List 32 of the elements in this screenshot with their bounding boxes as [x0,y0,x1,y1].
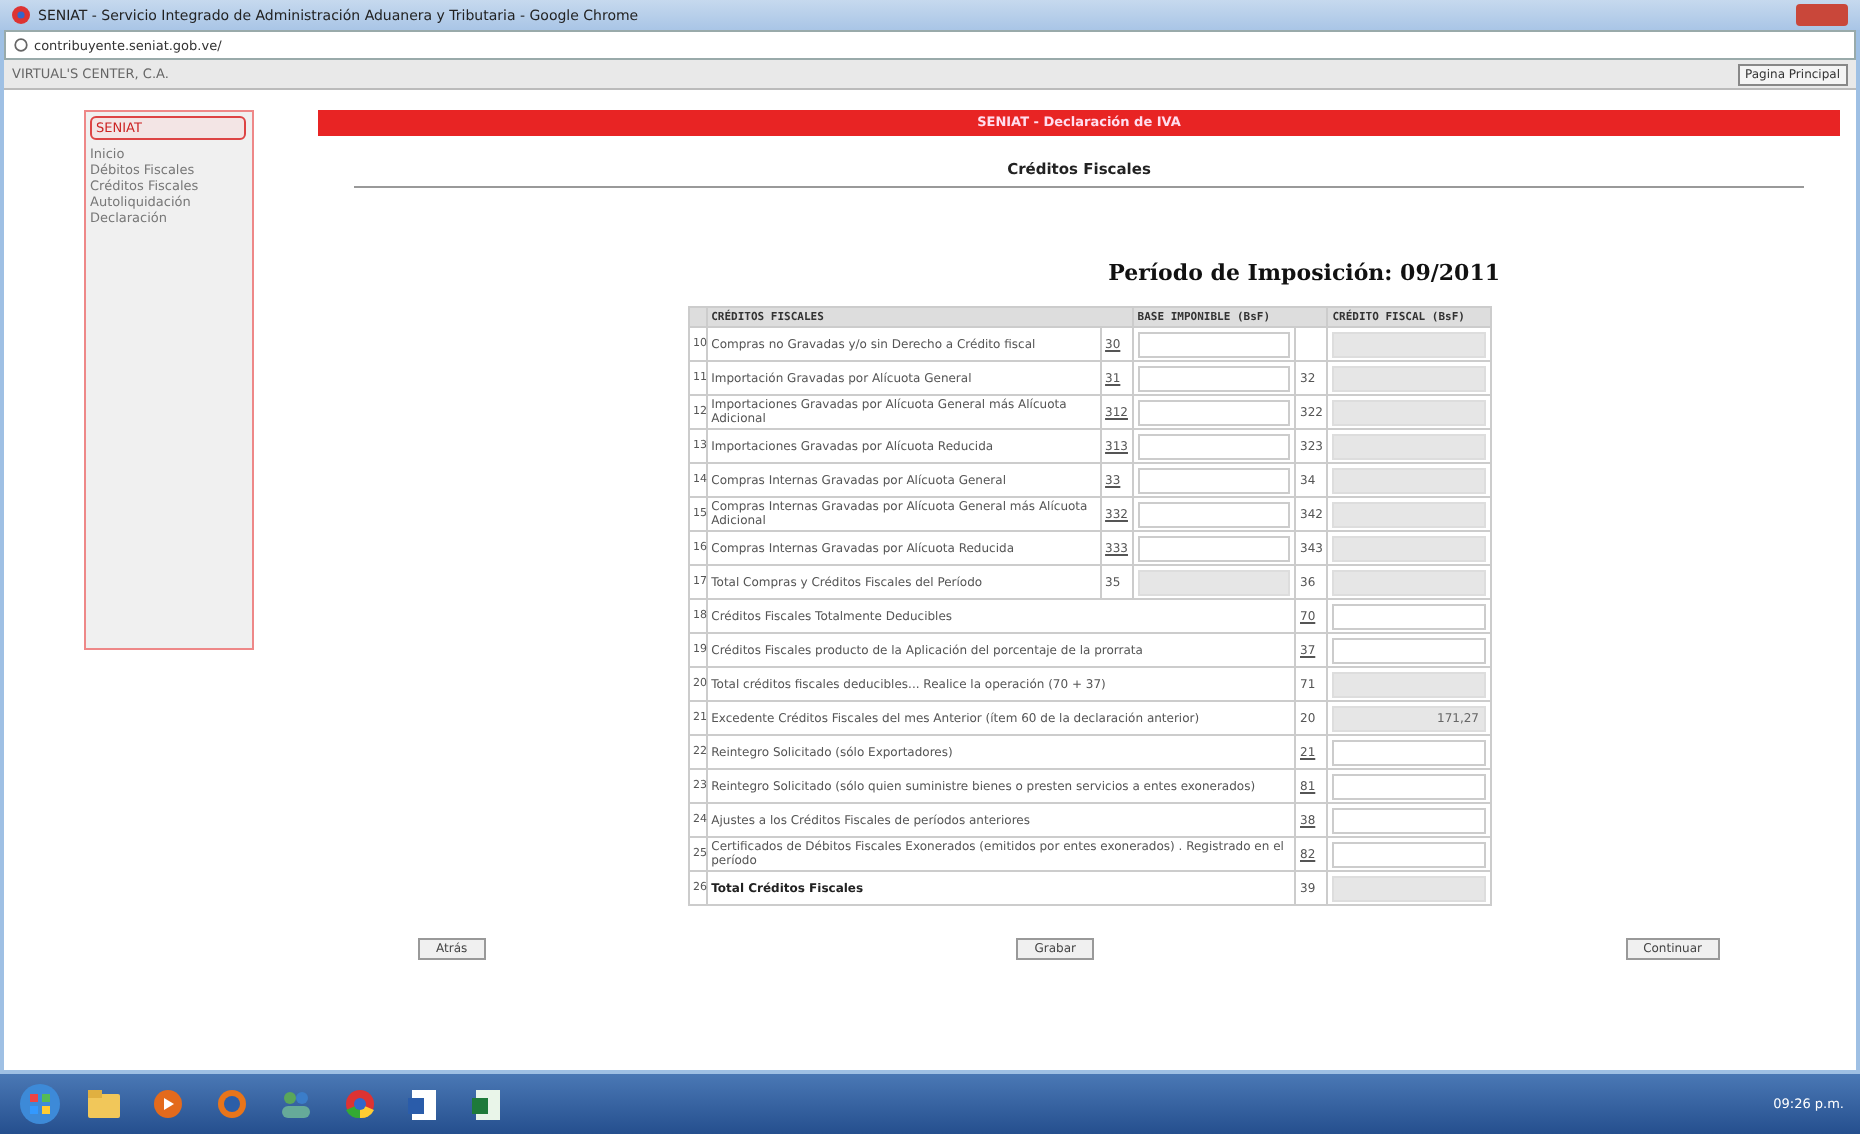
amount-field[interactable] [1332,637,1485,663]
amount-field[interactable] [1332,467,1485,493]
start-button[interactable] [16,1082,64,1126]
amount-field[interactable] [1137,365,1290,391]
amount-field[interactable] [1332,603,1485,629]
people-icon[interactable] [282,1092,310,1118]
amount-field[interactable] [1332,331,1485,357]
amount-field[interactable] [1332,501,1485,527]
document-icon[interactable] [408,1090,436,1120]
spreadsheet-icon[interactable] [472,1090,500,1120]
amount-field[interactable] [1137,433,1290,459]
amount-field[interactable] [1137,467,1290,493]
folder-icon[interactable] [88,1090,120,1118]
amount-field[interactable] [1332,535,1485,561]
amount-field[interactable] [1332,739,1485,765]
amount-field[interactable] [1137,501,1290,527]
amount-field[interactable] [1332,433,1485,459]
amount-field[interactable] [1137,331,1290,357]
amount-field[interactable] [1137,535,1290,561]
chrome-icon[interactable] [346,1090,374,1119]
close-button[interactable] [1796,4,1848,26]
amount-field[interactable] [1332,399,1485,425]
amount-field[interactable] [1332,773,1485,799]
amount-field[interactable] [1137,399,1290,425]
chrome-icon [12,6,30,24]
amount-field[interactable] [1332,365,1485,391]
amount-field[interactable] [1332,807,1485,833]
period-title: Período de Imposición: 09/2011 [1108,260,1500,286]
globe-icon[interactable] [218,1090,246,1118]
amount-field[interactable] [1332,569,1485,595]
amount-field[interactable] [1332,841,1485,867]
play-icon[interactable] [154,1090,182,1118]
